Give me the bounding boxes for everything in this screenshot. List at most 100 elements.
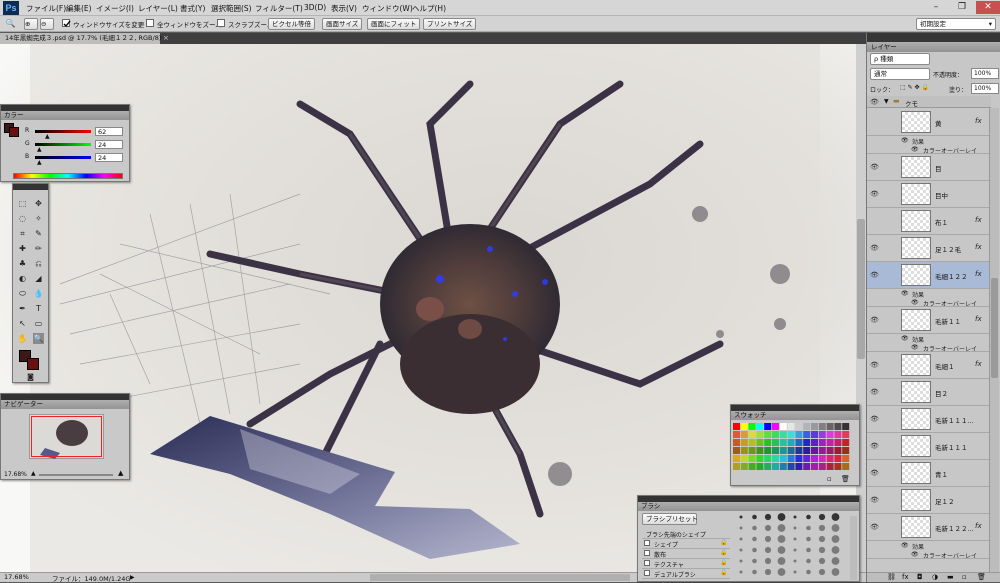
color-swatch[interactable] [795,431,803,438]
layer-name[interactable]: 毛新１１１ [935,442,968,452]
hand-tool-icon[interactable]: ✋ [17,333,28,344]
eye-icon[interactable]: 👁 [901,542,909,549]
color-swatch[interactable] [834,431,842,438]
brush-tip[interactable] [831,524,840,532]
eye-icon[interactable]: 👁 [911,551,919,558]
navigator-view-box[interactable] [31,416,102,457]
layer-group-row[interactable]: 👁 ▼ ▬ クモ [867,96,991,108]
brush-tip[interactable] [806,569,811,575]
color-swatch[interactable] [740,455,748,462]
color-swatch[interactable] [748,423,756,430]
layer-name[interactable]: 目２ [935,388,948,398]
color-swatch[interactable] [826,455,834,462]
brush-tip[interactable] [818,546,826,554]
brush-setting-checkbox[interactable] [644,550,650,556]
color-swatch[interactable] [803,439,811,446]
tools-panel-grip[interactable] [13,184,48,190]
eyedropper-tool-icon[interactable]: ✎ [33,228,44,239]
channel-slider[interactable] [35,130,91,133]
eye-icon[interactable]: 👁 [870,415,879,423]
brush-setting-item[interactable]: 散布 🔒 [642,549,730,559]
minimize-button[interactable]: – [924,1,948,14]
brush-tip[interactable] [831,513,840,521]
color-swatch[interactable] [826,439,834,446]
menu-item[interactable]: 3D(D) [304,3,326,12]
eye-icon[interactable]: 👁 [870,496,879,504]
fill-screen-button[interactable]: 画面にフィット [367,18,421,30]
channel-slider[interactable] [35,156,91,159]
brush-setting-checkbox[interactable] [644,540,650,546]
color-swatch[interactable] [748,455,756,462]
color-swatch[interactable] [764,455,772,462]
color-swatch[interactable] [733,423,740,430]
brush-tip[interactable] [739,548,743,552]
color-swatch[interactable] [834,423,842,430]
layer-kind-filter[interactable]: ρ 種類 [870,53,930,65]
quick-mask-icon[interactable]: ◙ [25,372,36,383]
layer-row[interactable]: 👁 足１２ [867,487,991,514]
brush-preset-button[interactable]: ブラシプリセット [642,513,698,525]
color-swatch[interactable] [811,447,818,454]
color-swatch[interactable] [826,423,834,430]
color-swatch[interactable] [772,423,779,430]
color-overlay-row[interactable]: 👁 カラーオーバーレイ [867,550,991,560]
fx-icon[interactable]: fx [975,270,982,278]
eye-icon[interactable]: 👁 [870,388,879,396]
navigator-zoom-slider[interactable] [39,474,113,476]
lock-icon[interactable]: 🔒 [720,549,727,556]
color-swatch[interactable] [803,463,811,470]
brush-tool-icon[interactable]: ✏ [33,243,44,254]
color-swatch[interactable] [811,431,818,438]
brush-tip[interactable] [831,557,840,565]
color-swatch[interactable] [826,431,834,438]
layer-row[interactable]: 👁 青１ [867,460,991,487]
print-size-button[interactable]: プリントサイズ [423,18,477,30]
resize-windows-checkbox[interactable] [62,19,71,28]
horizontal-scrollbar[interactable] [370,574,630,581]
layer-name[interactable]: 毛新１１ [935,316,961,326]
type-tool-icon[interactable]: T [33,303,44,314]
brush-tip[interactable] [777,568,786,576]
brush-tip[interactable] [764,546,772,554]
color-swatch[interactable] [842,455,850,462]
color-swatch[interactable] [779,455,787,462]
layer-effects-row[interactable]: 👁 効果 [867,334,991,344]
color-swatch[interactable] [795,423,803,430]
brush-tip[interactable] [764,513,772,521]
zoom-in-small-icon[interactable]: ▲ [118,469,123,477]
eye-icon[interactable]: 👁 [870,244,879,252]
color-swatch[interactable] [779,423,787,430]
brush-tip[interactable] [777,546,786,554]
layer-row[interactable]: 布１ fx [867,208,991,235]
trash-icon[interactable]: 🗑 [977,573,986,581]
color-swatch[interactable] [818,447,826,454]
layer-name[interactable]: 毛新１２２... [935,523,974,533]
color-swatch[interactable] [756,439,764,446]
layer-row[interactable]: 黄 fx [867,109,991,136]
close-tab-icon[interactable]: × [163,33,169,44]
gradient-tool-icon[interactable]: ◢ [33,273,44,284]
layer-row[interactable]: 👁 毛細１ fx [867,352,991,379]
adjustment-icon[interactable]: ◑ [932,573,938,581]
eye-icon[interactable]: 👁 [870,469,879,477]
color-swatch[interactable] [740,431,748,438]
color-swatch[interactable] [834,439,842,446]
layer-name[interactable]: 布１ [935,217,948,227]
layer-row[interactable]: 👁 毛新１１１ [867,433,991,460]
eye-icon[interactable]: 👁 [870,442,879,450]
brush-tip[interactable] [831,546,840,554]
link-icon[interactable]: ⛓ [887,573,896,581]
brush-tip[interactable] [764,568,772,576]
eye-icon[interactable]: 👁 [870,523,879,531]
color-swatch[interactable] [764,423,772,430]
color-swatch[interactable] [772,447,779,454]
brush-setting-checkbox[interactable] [644,570,650,576]
color-swatch[interactable] [842,447,850,454]
color-swatch[interactable] [787,439,795,446]
zoom-out-small-icon[interactable]: ▲ [31,470,36,477]
color-overlay-row[interactable]: 👁 カラーオーバーレイ [867,343,991,353]
history-brush-tool-icon[interactable]: ⎌ [33,258,44,269]
dodge-tool-icon[interactable]: 💧 [33,288,44,299]
brush-tip[interactable] [752,525,757,531]
color-swatch[interactable] [764,439,772,446]
